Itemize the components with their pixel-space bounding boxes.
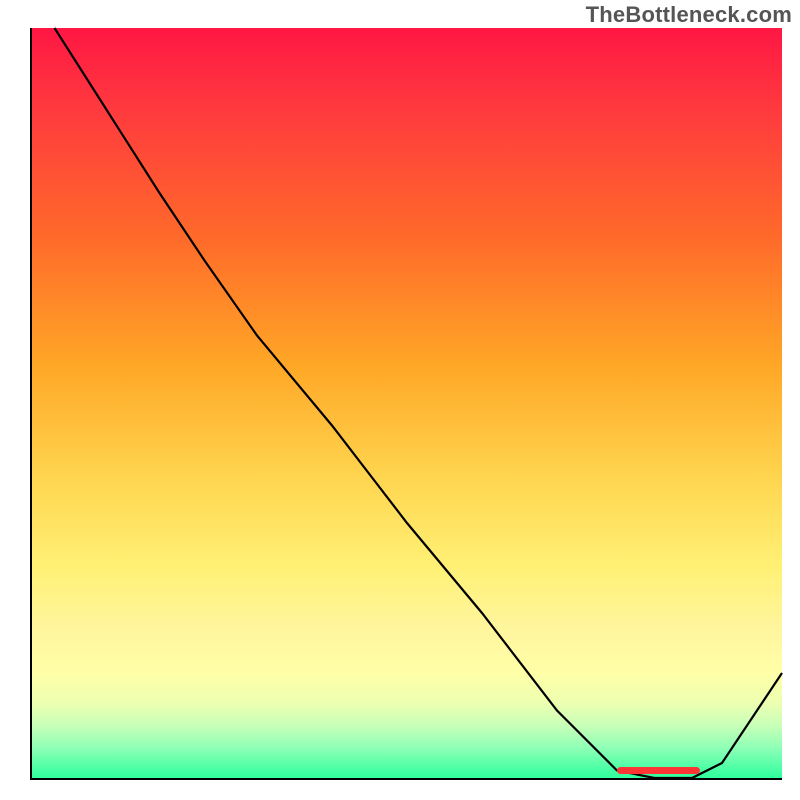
optimum-marker: [617, 767, 700, 774]
chart-svg: [32, 28, 782, 778]
watermark-text: TheBottleneck.com: [586, 2, 792, 28]
chart-area: [30, 28, 782, 780]
chart-curve: [55, 28, 783, 778]
